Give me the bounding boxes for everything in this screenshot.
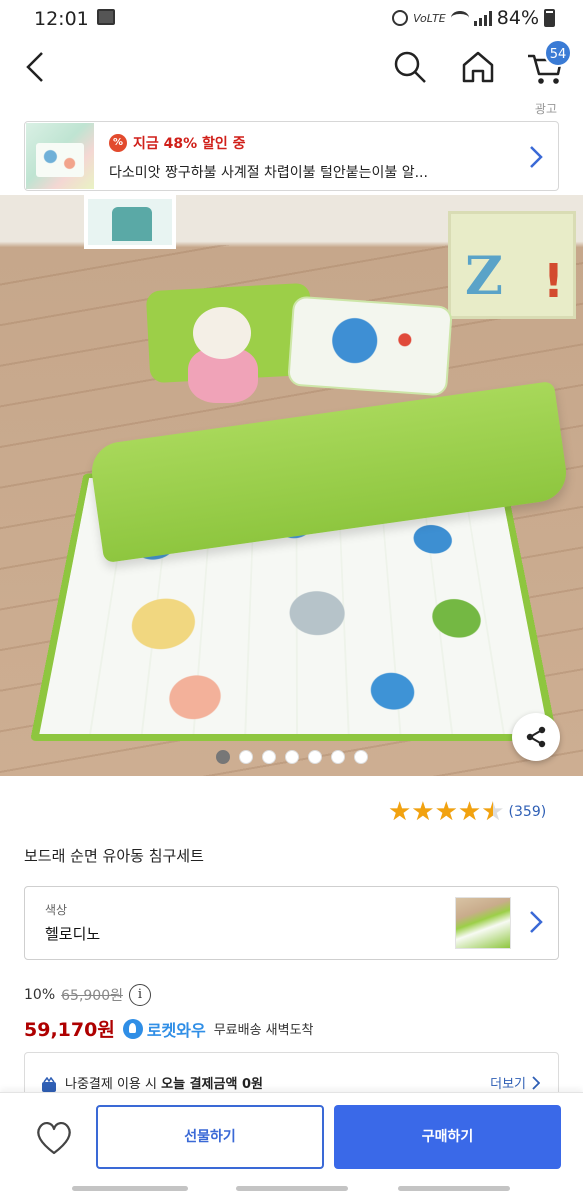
- image-pagination[interactable]: [216, 750, 368, 764]
- rocket-icon: [122, 1018, 143, 1039]
- discount-rate: 10%: [24, 987, 56, 1003]
- product-image[interactable]: Z!: [0, 195, 583, 776]
- buy-button[interactable]: 구매하기: [334, 1105, 561, 1169]
- ad-banner[interactable]: % 지금 48% 할인 중 다소미앗 짱구하불 사계절 차렵이불 털안붙는이불 …: [24, 121, 559, 191]
- pagination-dot[interactable]: [239, 750, 253, 764]
- nav-handle-center[interactable]: [236, 1186, 348, 1191]
- original-price: 65,900원: [61, 988, 123, 1004]
- delivery-text: 무료배송 새벽도착: [213, 1023, 314, 1038]
- wifi-icon: [450, 11, 469, 25]
- payment-text-bold: 오늘 결제금액 0원: [161, 1077, 263, 1092]
- printed-pillow: [287, 295, 453, 397]
- more-link-label: 더보기: [490, 1077, 526, 1092]
- teddy-bear: [180, 307, 266, 411]
- payment-text: 나중결제 이용 시 오늘 결제금액 0원: [65, 1073, 263, 1092]
- option-value: 헬로디노: [45, 925, 101, 943]
- price-info: 10% 65,900원 i: [24, 984, 151, 1006]
- option-label: 색상: [45, 903, 68, 917]
- battery-percent: 84%: [496, 7, 539, 29]
- search-icon[interactable]: [393, 50, 427, 84]
- status-indicators: VoLTE 84%: [392, 7, 555, 29]
- alarm-icon: [392, 10, 409, 26]
- chevron-right-icon: [532, 1075, 540, 1090]
- network-label: VoLTE: [413, 11, 446, 25]
- battery-icon: [544, 9, 555, 27]
- pagination-dot[interactable]: [216, 750, 230, 764]
- bottom-action-bar: 선물하기 구매하기: [0, 1092, 583, 1176]
- star-rating: ★★★★★ ★★★★★: [388, 797, 505, 827]
- discount-icon: %: [109, 134, 127, 152]
- gallery-icon: [97, 9, 115, 25]
- gift-button[interactable]: 선물하기: [96, 1105, 324, 1169]
- more-link[interactable]: 더보기: [490, 1073, 540, 1092]
- payment-text-prefix: 나중결제 이용 시: [65, 1077, 157, 1092]
- signal-icon: [473, 10, 492, 26]
- review-count[interactable]: (359): [509, 804, 547, 820]
- chevron-right-icon: [530, 911, 543, 933]
- heart-icon[interactable]: [30, 1115, 78, 1159]
- option-thumbnail: [455, 897, 511, 949]
- pagination-dot[interactable]: [262, 750, 276, 764]
- nav-handle-right[interactable]: [398, 1186, 510, 1191]
- toy-box: Z!: [448, 211, 576, 319]
- share-icon: [526, 726, 546, 748]
- ad-thumbnail: [26, 123, 94, 189]
- home-icon[interactable]: [460, 49, 496, 85]
- system-nav-bar: [0, 1176, 583, 1200]
- back-icon[interactable]: [22, 50, 52, 84]
- info-icon[interactable]: i: [129, 984, 151, 1006]
- pagination-dot[interactable]: [285, 750, 299, 764]
- pagination-dot[interactable]: [331, 750, 345, 764]
- rocket-delivery-label: 로켓와우: [146, 1020, 206, 1040]
- payment-icon: [42, 1077, 56, 1092]
- ad-title: 다소미앗 짱구하불 사계절 차렵이불 털안붙는이불 알...: [109, 165, 428, 181]
- wall-frame: [84, 195, 176, 249]
- sale-price: 59,170원: [24, 1019, 115, 1041]
- sale-price-row: 59,170원 로켓와우 무료배송 새벽도착: [24, 1015, 314, 1042]
- pagination-dot[interactable]: [354, 750, 368, 764]
- pagination-dot[interactable]: [308, 750, 322, 764]
- ad-label: 광고: [534, 102, 557, 116]
- status-time: 12:01: [34, 8, 89, 30]
- app-header: 54: [0, 36, 583, 100]
- nav-handle-left[interactable]: [72, 1186, 188, 1191]
- status-bar: 12:01 VoLTE 84%: [0, 0, 583, 36]
- share-button[interactable]: [512, 713, 560, 761]
- color-option-selector[interactable]: 색상 헬로디노: [24, 886, 559, 960]
- product-title: 보드래 순면 유아동 침구세트: [24, 847, 204, 865]
- ad-discount-text: 지금 48% 할인 중: [133, 136, 246, 152]
- product-rating[interactable]: ★★★★★ ★★★★★ (359): [388, 798, 546, 826]
- chevron-right-icon: [530, 146, 543, 168]
- cart-count-badge[interactable]: 54: [544, 39, 572, 67]
